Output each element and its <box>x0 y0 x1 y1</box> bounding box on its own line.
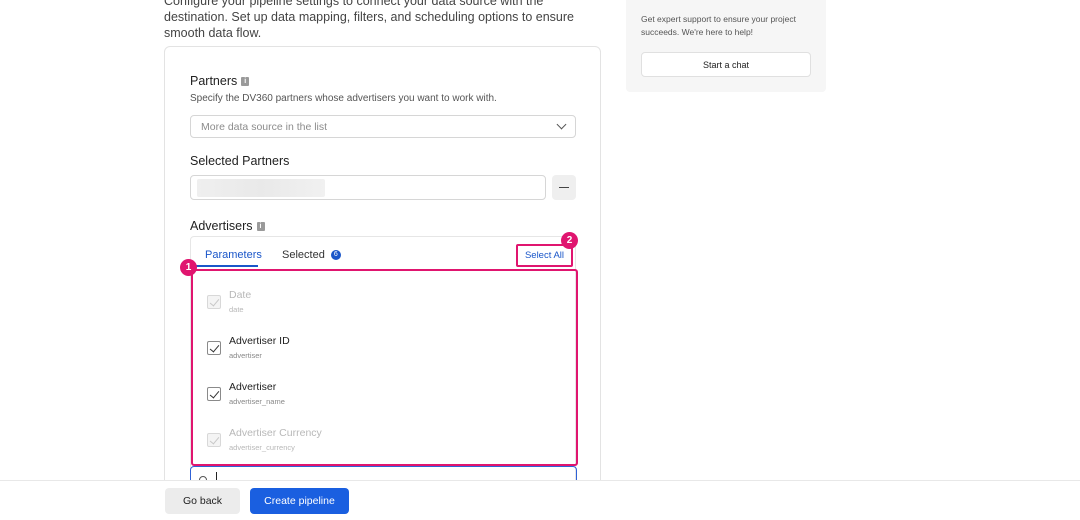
tab-parameters[interactable]: Parameters <box>205 249 262 261</box>
annotation-marker-2: 2 <box>561 232 578 249</box>
selected-partner-row <box>190 175 576 200</box>
support-text: Get expert support to ensure your projec… <box>641 14 796 37</box>
pipeline-config-card: Partners i Specify the DV360 partners wh… <box>164 46 601 496</box>
item-label: Advertiser <box>229 381 277 393</box>
redacted-partner-value <box>197 179 325 197</box>
item-sub-label: date <box>229 305 244 314</box>
remove-partner-button[interactable] <box>552 175 576 200</box>
info-icon[interactable]: i <box>256 221 265 231</box>
item-label: Date <box>229 289 252 301</box>
advertisers-dropdown-panel: Parameters Selected 6 Select All Date da… <box>190 236 578 495</box>
list-item: Advertiser Currency advertiser_currency <box>207 427 507 457</box>
advertisers-title-label: Advertisers <box>190 219 253 233</box>
page-intro-text: Configure your pipeline settings to conn… <box>164 0 574 40</box>
tab-selected-label: Selected <box>282 249 325 261</box>
create-pipeline-button[interactable]: Create pipeline <box>250 488 349 514</box>
checkbox-advertiser-id[interactable] <box>207 341 221 355</box>
info-icon[interactable]: i <box>241 76 250 86</box>
partners-description: Specify the DV360 partners whose adverti… <box>190 93 497 104</box>
selected-partners-title-label: Selected Partners <box>190 154 290 168</box>
list-item[interactable]: Advertiser ID advertiser <box>207 335 507 365</box>
chevron-down-icon <box>556 119 567 130</box>
parameters-list: Date date Advertiser ID advertiser Adver… <box>191 269 578 466</box>
item-label: Advertiser ID <box>229 335 290 347</box>
advertisers-title: Advertisers i <box>190 219 265 233</box>
tab-selected[interactable]: Selected 6 <box>282 249 341 261</box>
advertisers-tabs: Parameters Selected 6 Select All <box>191 237 575 267</box>
list-item: Date date <box>207 289 507 319</box>
support-panel: Get expert support to ensure your projec… <box>626 0 826 92</box>
partners-title-label: Partners <box>190 74 238 88</box>
item-sub-label: advertiser <box>229 351 262 360</box>
footer-bar: Go back Create pipeline <box>0 480 1080 520</box>
item-sub-label: advertiser_currency <box>229 443 295 452</box>
active-tab-indicator <box>196 265 258 267</box>
minus-icon <box>559 186 569 189</box>
checkbox-date <box>207 295 221 309</box>
item-label: Advertiser Currency <box>229 427 322 439</box>
partners-select-placeholder: More data source in the list <box>201 120 328 133</box>
go-back-button[interactable]: Go back <box>165 488 240 514</box>
partners-select[interactable]: More data source in the list <box>190 115 576 138</box>
checkbox-advertiser[interactable] <box>207 387 221 401</box>
start-chat-button[interactable]: Start a chat <box>641 52 811 77</box>
selected-partners-title: Selected Partners <box>190 154 289 168</box>
partners-title: Partners i <box>190 74 250 88</box>
list-item[interactable]: Advertiser advertiser_name <box>207 381 507 411</box>
selected-partner-field[interactable] <box>190 175 546 200</box>
item-sub-label: advertiser_name <box>229 397 285 406</box>
checkbox-advertiser-currency <box>207 433 221 447</box>
annotation-marker-1: 1 <box>180 259 197 276</box>
selected-count-badge: 6 <box>330 250 341 260</box>
